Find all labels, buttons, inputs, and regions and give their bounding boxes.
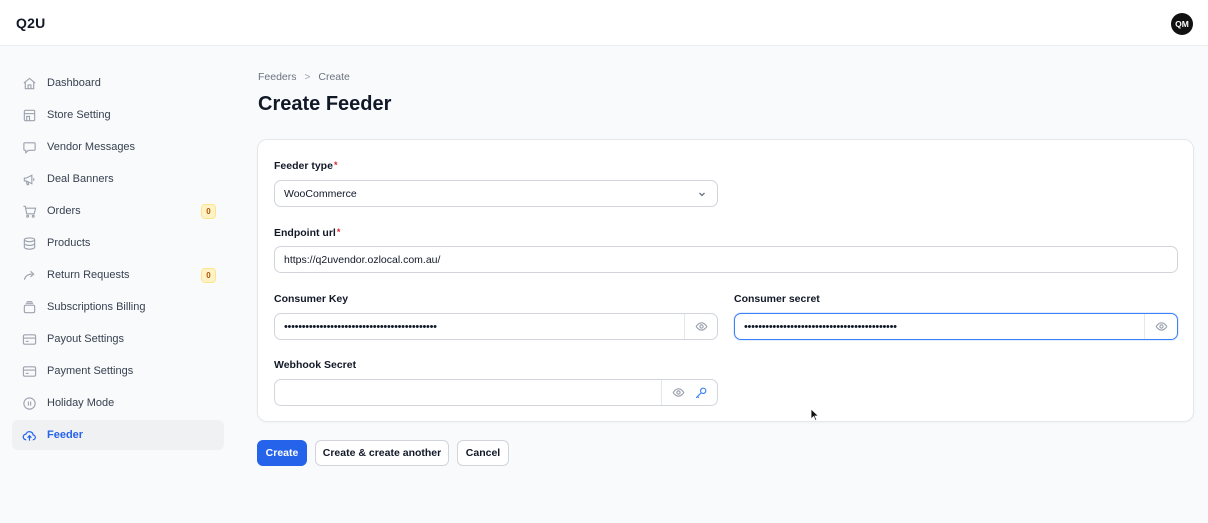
sidebar-item-label: Dashboard: [47, 77, 101, 89]
orders-count-badge: 0: [201, 204, 216, 219]
store-icon: [22, 108, 37, 123]
sidebar-item-orders[interactable]: Orders 0: [12, 196, 224, 226]
create-button[interactable]: Create: [257, 440, 307, 466]
mouse-cursor-icon: [810, 408, 820, 422]
top-bar: Q2U QM: [0, 0, 1208, 46]
eye-icon[interactable]: [694, 320, 708, 334]
sidebar-item-holiday-mode[interactable]: Holiday Mode: [12, 388, 224, 418]
endpoint-url-label: Endpoint url*: [274, 227, 340, 239]
sidebar-item-label: Holiday Mode: [47, 397, 115, 409]
endpoint-url-value: https://q2uvendor.ozlocal.com.au/: [284, 253, 441, 266]
sidebar: Dashboard Store Setting Vendor Messages …: [12, 68, 224, 452]
eye-icon[interactable]: [1154, 320, 1168, 334]
consumer-secret-suffix: [1144, 314, 1177, 339]
chevron-down-icon: [699, 192, 705, 197]
consumer-key-value: ••••••••••••••••••••••••••••••••••••••••…: [284, 320, 437, 333]
sidebar-item-label: Store Setting: [47, 109, 111, 121]
feeder-type-select[interactable]: WooCommerce: [274, 180, 718, 207]
card-icon: [22, 332, 37, 347]
cart-icon: [22, 204, 37, 219]
sidebar-item-label: Deal Banners: [47, 173, 114, 185]
sidebar-item-label: Payout Settings: [47, 333, 125, 345]
feeder-type-value: WooCommerce: [284, 187, 357, 200]
webhook-secret-input[interactable]: [274, 379, 718, 406]
sidebar-item-vendor-messages[interactable]: Vendor Messages: [12, 132, 224, 162]
breadcrumb: Feeders > Create: [258, 71, 350, 83]
feeder-type-label-text: Feeder type: [274, 160, 333, 172]
eye-icon[interactable]: [672, 386, 686, 400]
cancel-button[interactable]: Cancel: [457, 440, 509, 466]
pause-circle-icon: [22, 396, 37, 411]
webhook-secret-label: Webhook Secret: [274, 359, 357, 371]
consumer-key-label: Consumer Key: [274, 293, 349, 305]
breadcrumb-current: Create: [318, 71, 350, 83]
sidebar-item-payout-settings[interactable]: Payout Settings: [12, 324, 224, 354]
card-icon: [22, 364, 37, 379]
sidebar-item-label: Orders: [47, 205, 81, 217]
return-requests-count-badge: 0: [201, 268, 216, 283]
sidebar-item-deal-banners[interactable]: Deal Banners: [12, 164, 224, 194]
consumer-secret-input[interactable]: ••••••••••••••••••••••••••••••••••••••••…: [734, 313, 1178, 340]
stack-icon: [22, 300, 37, 315]
sidebar-item-dashboard[interactable]: Dashboard: [12, 68, 224, 98]
return-arrow-icon: [22, 268, 37, 283]
database-icon: [22, 236, 37, 251]
cloud-upload-icon: [22, 428, 37, 443]
sidebar-item-subscriptions-billing[interactable]: Subscriptions Billing: [12, 292, 224, 322]
feeder-type-label: Feeder type*: [274, 160, 337, 172]
sidebar-item-products[interactable]: Products: [12, 228, 224, 258]
required-mark: *: [336, 227, 341, 237]
chat-icon: [22, 140, 37, 155]
key-icon[interactable]: [694, 386, 708, 400]
sidebar-item-store-setting[interactable]: Store Setting: [12, 100, 224, 130]
user-avatar[interactable]: QM: [1171, 13, 1193, 35]
create-and-create-another-button[interactable]: Create & create another: [315, 440, 449, 466]
home-icon: [22, 76, 37, 91]
brand-logo[interactable]: Q2U: [16, 15, 45, 31]
webhook-secret-suffix: [661, 380, 717, 405]
sidebar-item-label: Products: [47, 237, 91, 249]
consumer-secret-label: Consumer secret: [734, 293, 820, 305]
sidebar-item-return-requests[interactable]: Return Requests 0: [12, 260, 224, 290]
sidebar-item-label: Payment Settings: [47, 365, 134, 377]
endpoint-url-input[interactable]: https://q2uvendor.ozlocal.com.au/: [274, 246, 1178, 273]
breadcrumb-link-feeders[interactable]: Feeders: [258, 71, 297, 83]
consumer-secret-value: ••••••••••••••••••••••••••••••••••••••••…: [744, 320, 897, 333]
sidebar-item-label: Vendor Messages: [47, 141, 136, 153]
sidebar-item-payment-settings[interactable]: Payment Settings: [12, 356, 224, 386]
page-title: Create Feeder: [258, 93, 392, 115]
sidebar-item-label: Return Requests: [47, 269, 130, 281]
sidebar-item-label: Subscriptions Billing: [47, 301, 146, 313]
breadcrumb-separator: >: [304, 71, 311, 83]
feeder-form-card: Feeder type* WooCommerce Endpoint url* h…: [257, 139, 1194, 422]
app-root: Q2U QM Dashboard Store Setting Vendor Me…: [0, 0, 1208, 523]
megaphone-icon: [22, 172, 37, 187]
required-mark: *: [333, 160, 338, 170]
sidebar-item-feeder[interactable]: Feeder: [12, 420, 224, 450]
consumer-key-suffix: [684, 314, 717, 339]
endpoint-url-label-text: Endpoint url: [274, 227, 336, 239]
sidebar-item-label: Feeder: [47, 429, 84, 441]
consumer-key-input[interactable]: ••••••••••••••••••••••••••••••••••••••••…: [274, 313, 718, 340]
